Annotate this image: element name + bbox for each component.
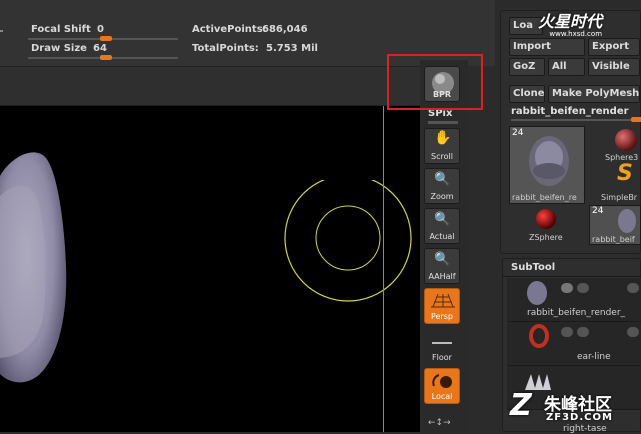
local-rotate-icon xyxy=(432,374,452,388)
spix-slider[interactable] xyxy=(428,121,458,124)
tool-slider[interactable] xyxy=(511,119,641,121)
tool-thumbnail-rabbit-small[interactable]: 24 rabbit_beif xyxy=(589,205,641,245)
tool-slider-knob[interactable] xyxy=(631,117,641,122)
rabbit-head-thumbnail xyxy=(529,136,569,186)
rabbit-mini-thumbnail xyxy=(618,209,636,233)
subtool-divider xyxy=(503,276,641,277)
watermark-top-text: 火星时代 xyxy=(538,12,603,31)
focal-shift-label: Focal Shift xyxy=(31,24,91,35)
draw-size-slider-knob[interactable] xyxy=(100,55,112,60)
all-button[interactable]: All xyxy=(548,58,585,76)
polypaint-toggle-icon[interactable] xyxy=(577,327,589,337)
watermark-bottom-url: ZF3D.COM xyxy=(546,412,613,423)
more-arrows-icon[interactable]: ←↕→ xyxy=(428,418,458,428)
polypaint-toggle-icon[interactable] xyxy=(577,283,589,293)
subtool-item-rabbit[interactable]: rabbit_beifen_render_ xyxy=(507,278,641,322)
magnifier-icon: 🔍 xyxy=(434,212,451,227)
local-button[interactable]: Local xyxy=(424,368,460,404)
document-strip xyxy=(0,66,420,106)
make-polymesh-button[interactable]: Make PolyMesh3 xyxy=(548,85,640,103)
magnifier-icon: 🔍 xyxy=(434,252,451,267)
active-points-value: 686,046 xyxy=(262,24,308,35)
total-points-value: 5.753 Mil xyxy=(266,43,318,54)
canvas-viewport[interactable] xyxy=(0,106,420,432)
watermark-top: 火星时代 www.hxsd.com xyxy=(538,8,602,38)
actual-label: Actual xyxy=(429,232,455,241)
tool-thumbnail-rabbit[interactable]: 24 rabbit_beifen_re xyxy=(509,126,585,204)
visibility-toggle-icon[interactable] xyxy=(561,283,573,293)
hand-icon: ✋ xyxy=(434,130,452,146)
subtool-item-label: ear-line xyxy=(577,352,611,362)
zoom-label: Zoom xyxy=(430,192,454,201)
simplebrush-icon[interactable]: S xyxy=(617,161,633,186)
thumb-label-rabbit: rabbit_beif xyxy=(592,235,635,244)
tool-panel: Loa Import Export GoZ All Visible Clone … xyxy=(500,10,641,254)
thumb-count: 24 xyxy=(512,128,524,138)
persp-label: Persp xyxy=(431,312,453,321)
export-button[interactable]: Export xyxy=(588,38,640,56)
scroll-label: Scroll xyxy=(431,152,453,161)
subtool-eye-icon[interactable] xyxy=(627,283,639,293)
aahalf-button[interactable]: 🔍 AAHalf xyxy=(424,248,460,284)
persp-button[interactable]: Persp xyxy=(424,288,460,324)
zsphere-icon[interactable] xyxy=(535,208,557,230)
zoom-icon: 🔍 xyxy=(434,172,451,187)
thumb-label-zsphere: ZSphere xyxy=(529,233,563,242)
rabbit-subtool-thumbnail xyxy=(527,281,547,305)
viewport-border-line xyxy=(383,106,384,432)
active-points-label: ActivePoints: xyxy=(192,24,267,35)
highlight-box xyxy=(387,54,483,110)
ear-line-ring-icon xyxy=(529,324,549,348)
brush-cursor xyxy=(284,180,412,302)
goz-button[interactable]: GoZ xyxy=(509,58,545,76)
subtool-title: SubTool xyxy=(511,262,556,273)
draw-size-label: Draw Size xyxy=(31,43,87,54)
watermark-top-url: www.hxsd.com xyxy=(549,30,603,38)
edge-mark xyxy=(0,30,3,32)
subtool-eye-icon[interactable] xyxy=(627,327,639,337)
actual-button[interactable]: 🔍 Actual xyxy=(424,208,460,244)
import-button[interactable]: Import xyxy=(509,38,585,56)
subtool-item-label: right-tase xyxy=(563,424,607,434)
thumb-label-simplebrush: SimpleBr xyxy=(601,193,638,202)
visibility-toggle-icon[interactable] xyxy=(561,327,573,337)
clone-button[interactable]: Clone xyxy=(509,85,545,103)
right-shelf: BPR SPix ✋ Scroll 🔍 Zoom 🔍 Actual 🔍 AAHa… xyxy=(420,60,468,432)
zf3d-logo-icon: Z xyxy=(510,388,532,423)
subtool-item-ear-line[interactable]: ear-line xyxy=(507,322,641,366)
floor-button[interactable]: Floor xyxy=(424,328,460,364)
scroll-button[interactable]: ✋ Scroll xyxy=(424,128,460,164)
floor-icon xyxy=(432,342,452,344)
aahalf-label: AAHalf xyxy=(428,272,456,281)
visible-button[interactable]: Visible xyxy=(588,58,640,76)
subtool-item-label: rabbit_beifen_render_ xyxy=(527,308,626,318)
focal-shift-value: 0 xyxy=(97,24,104,35)
zoom-button[interactable]: 🔍 Zoom xyxy=(424,168,460,204)
perspective-grid-icon xyxy=(431,293,455,308)
focal-shift-slider-knob[interactable] xyxy=(100,36,112,41)
total-points-label: TotalPoints: xyxy=(192,43,259,54)
thumb-label-main: rabbit_beifen_re xyxy=(512,193,577,202)
floor-label: Floor xyxy=(432,353,452,362)
local-label: Local xyxy=(431,392,453,401)
sphere3d-icon[interactable] xyxy=(614,128,638,152)
thumb-count-small: 24 xyxy=(592,206,604,216)
current-tool-name: rabbit_beifen_render xyxy=(511,106,629,117)
draw-size-value: 64 xyxy=(93,43,107,54)
